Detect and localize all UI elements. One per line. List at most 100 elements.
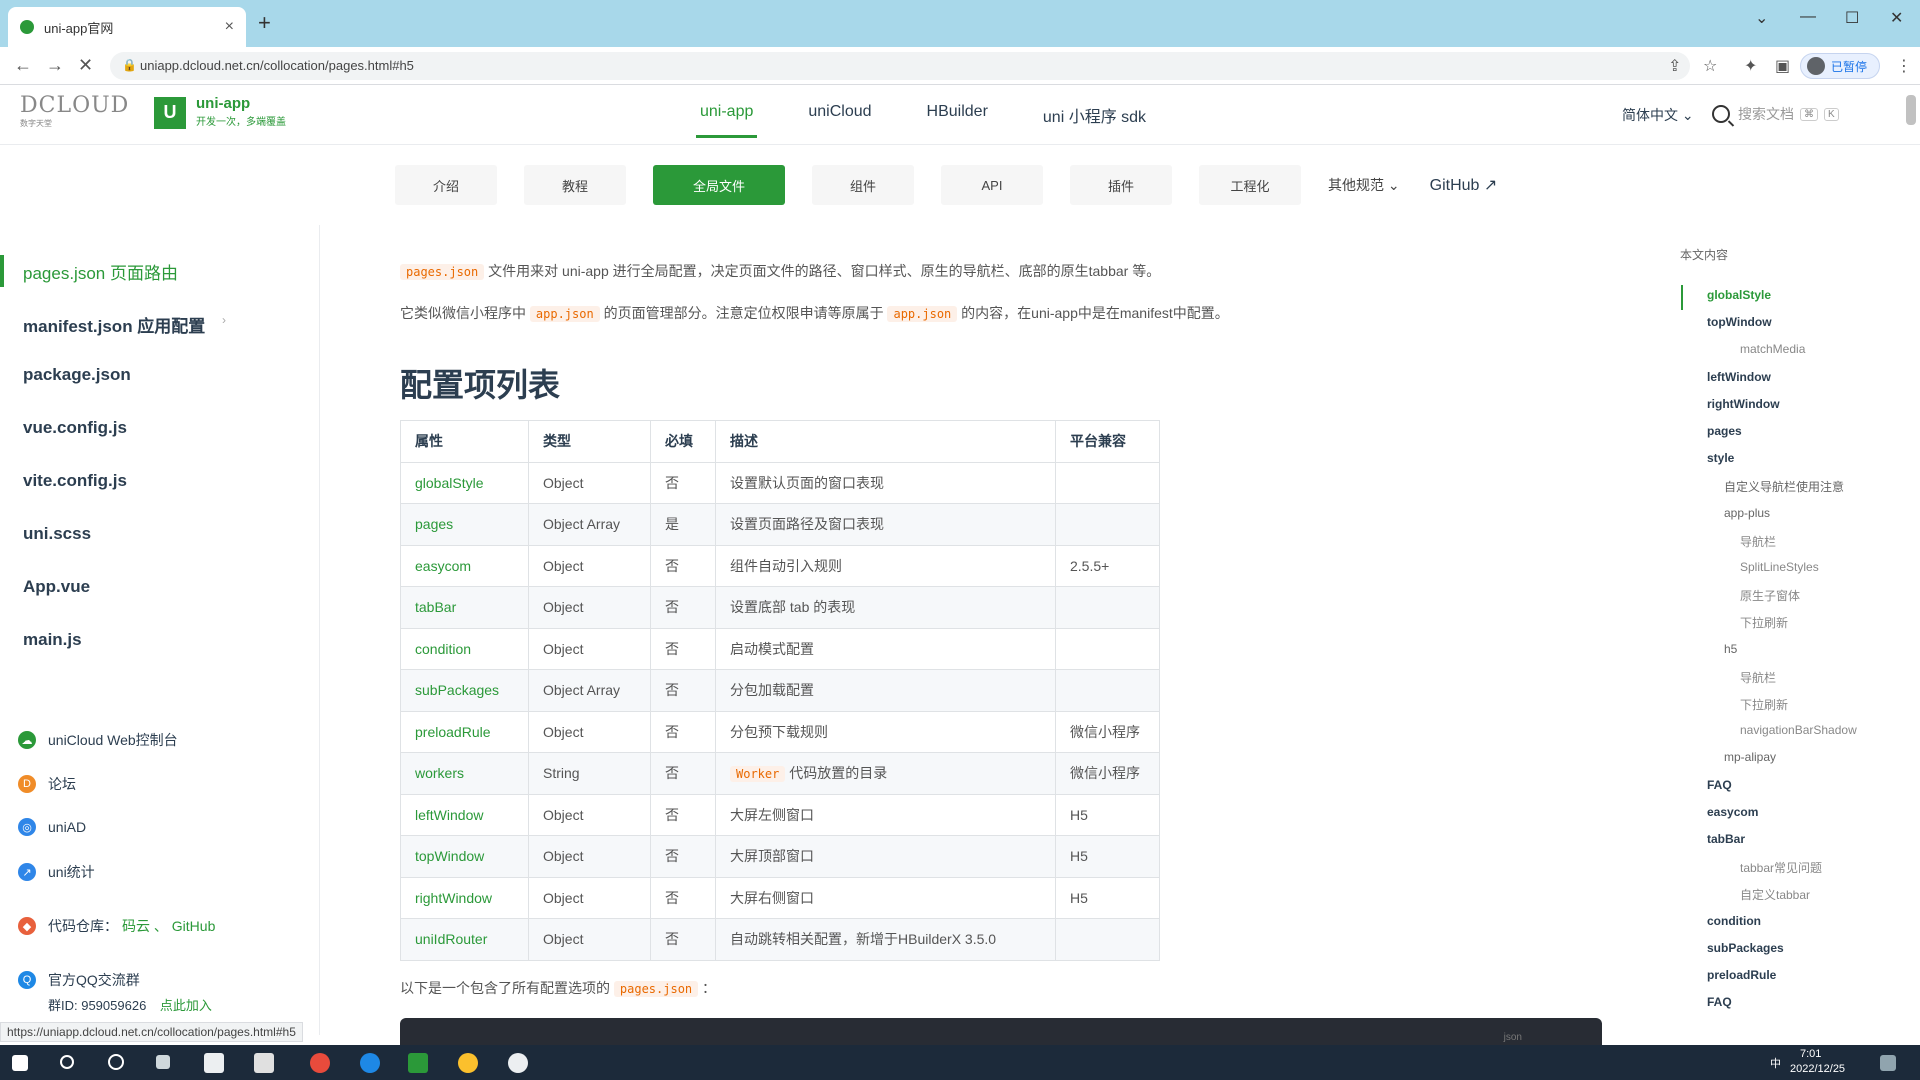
toc-item[interactable]: mp-alipay <box>1724 750 1776 764</box>
nav-uni-app[interactable]: uni-app <box>695 103 758 138</box>
bookmark-star-icon[interactable]: ☆ <box>1703 56 1717 76</box>
toc-item[interactable]: subPackages <box>1707 941 1784 955</box>
page-scrollbar[interactable] <box>1906 95 1916 125</box>
cell-property[interactable]: rightWindow <box>400 876 529 919</box>
cell-property[interactable]: topWindow <box>400 835 529 878</box>
subnav-engineering[interactable]: 工程化 <box>1199 165 1301 205</box>
edge-icon[interactable] <box>360 1053 380 1073</box>
cell-property[interactable]: uniIdRouter <box>400 918 529 961</box>
maximize-button[interactable]: ☐ <box>1845 8 1859 28</box>
sidebar-item-vite-config[interactable]: vite.config.js <box>23 471 127 491</box>
subnav-plugins[interactable]: 插件 <box>1070 165 1172 205</box>
toc-item[interactable]: 下拉刷新 <box>1740 614 1788 631</box>
toc-item[interactable]: topWindow <box>1707 315 1772 329</box>
toc-item[interactable]: globalStyle <box>1707 288 1771 302</box>
sidebar-link-forum[interactable]: D 论坛 <box>18 774 76 794</box>
sidebar-item-main-js[interactable]: main.js <box>23 630 82 650</box>
toc-item[interactable]: style <box>1707 451 1734 465</box>
menu-kebab-icon[interactable]: ⋮ <box>1896 56 1912 76</box>
tab-close-icon[interactable]: × <box>225 18 234 36</box>
share-icon[interactable]: ⇪ <box>1668 56 1681 76</box>
cell-property[interactable]: preloadRule <box>400 710 529 753</box>
toc-item[interactable]: h5 <box>1724 642 1737 656</box>
tab-search-icon[interactable]: ⌄ <box>1755 8 1768 28</box>
new-tab-button[interactable]: + <box>258 10 271 36</box>
minimize-button[interactable]: — <box>1800 8 1816 26</box>
stop-reload-button[interactable]: ✕ <box>78 55 93 76</box>
sidebar-item-app-vue[interactable]: App.vue <box>23 577 90 597</box>
toc-item[interactable]: navigationBarShadow <box>1740 723 1857 737</box>
nav-hbuilder[interactable]: HBuilder <box>927 103 988 127</box>
sidebar-link-stats[interactable]: ↗ uni统计 <box>18 862 95 882</box>
toc-item[interactable]: 自定义导航栏使用注意 <box>1724 478 1844 495</box>
cell-property[interactable]: leftWindow <box>400 793 529 836</box>
subnav-components[interactable]: 组件 <box>812 165 914 205</box>
toc-item[interactable]: app-plus <box>1724 506 1770 520</box>
dcloud-logo[interactable]: DCLOUD 数字天堂 <box>20 93 128 133</box>
subnav-global-files[interactable]: 全局文件 <box>653 165 785 205</box>
toc-item[interactable]: easycom <box>1707 805 1758 819</box>
taskbar-search-icon[interactable] <box>60 1055 74 1069</box>
toc-item[interactable]: preloadRule <box>1707 968 1776 982</box>
profile-button[interactable]: 已暂停 <box>1800 53 1880 79</box>
cell-property[interactable]: globalStyle <box>400 461 529 504</box>
chat-icon[interactable] <box>508 1053 528 1073</box>
sidepanel-icon[interactable]: ▣ <box>1775 56 1790 76</box>
cell-property[interactable]: condition <box>400 627 529 670</box>
qq-join-link[interactable]: 点此加入 <box>160 998 212 1013</box>
subnav-tutorial[interactable]: 教程 <box>524 165 626 205</box>
subnav-more[interactable]: 其他规范 ⌄ <box>1328 175 1400 195</box>
chrome-2-icon[interactable] <box>458 1053 478 1073</box>
nav-unicloud[interactable]: uniCloud <box>808 103 871 127</box>
toc-item[interactable]: rightWindow <box>1707 397 1780 411</box>
toc-item[interactable]: tabbar常见问题 <box>1740 859 1822 876</box>
toc-item[interactable]: FAQ <box>1707 778 1732 792</box>
task-view-icon[interactable] <box>156 1055 170 1069</box>
language-select[interactable]: 简体中文 ⌄ <box>1622 105 1694 125</box>
sidebar-item-uni-scss[interactable]: uni.scss <box>23 524 91 544</box>
toc-item[interactable]: SplitLineStyles <box>1740 560 1819 574</box>
notification-icon[interactable] <box>1880 1055 1896 1071</box>
toc-item[interactable]: 下拉刷新 <box>1740 696 1788 713</box>
toc-item[interactable]: matchMedia <box>1740 342 1805 356</box>
hbuilder-icon[interactable] <box>408 1053 428 1073</box>
browser-tab[interactable]: uni-app官网 × <box>8 7 246 47</box>
toc-item[interactable]: tabBar <box>1707 832 1745 846</box>
windows-start-icon[interactable] <box>12 1055 28 1071</box>
url-input[interactable]: 🔒 uniapp.dcloud.net.cn/collocation/pages… <box>110 52 1690 80</box>
toc-item[interactable]: condition <box>1707 914 1761 928</box>
cell-property[interactable]: subPackages <box>400 669 529 712</box>
cell-property[interactable]: tabBar <box>400 586 529 629</box>
subnav-api[interactable]: API <box>941 165 1043 205</box>
cell-property[interactable]: easycom <box>400 544 529 587</box>
chrome-icon[interactable] <box>310 1053 330 1073</box>
sidebar-link-qq[interactable]: Q 官方QQ交流群 <box>18 970 140 990</box>
uniapp-logo[interactable]: U uni-app 开发一次，多端覆盖 <box>154 95 286 130</box>
subnav-intro[interactable]: 介绍 <box>395 165 497 205</box>
app-icon[interactable] <box>204 1053 224 1073</box>
toc-item[interactable]: 自定义tabbar <box>1740 886 1810 903</box>
search-input[interactable]: 搜索文档 ⌘ K <box>1712 99 1872 129</box>
cell-property[interactable]: workers <box>400 752 529 795</box>
back-button[interactable]: ← <box>14 55 32 76</box>
sidebar-item-pages-json[interactable]: pages.json 页面路由 <box>23 259 178 284</box>
toc-item[interactable]: 导航栏 <box>1740 669 1776 686</box>
sidebar-item-vue-config[interactable]: vue.config.js <box>23 418 127 438</box>
explorer-icon[interactable] <box>254 1053 274 1073</box>
sidebar-link-uniad[interactable]: ◎ uniAD <box>18 818 86 836</box>
extensions-icon[interactable]: ✦ <box>1744 56 1757 76</box>
subnav-github[interactable]: GitHub ↗ <box>1430 175 1498 195</box>
sidebar-link-repo[interactable]: ◆ 代码仓库： 码云 、 GitHub <box>18 916 215 936</box>
toc-item[interactable]: leftWindow <box>1707 370 1771 384</box>
window-close-button[interactable]: ✕ <box>1890 8 1903 28</box>
sidebar-link-unicloud[interactable]: ☁ uniCloud Web控制台 <box>18 730 178 750</box>
nav-uni-sdk[interactable]: uni 小程序 sdk <box>1043 103 1146 127</box>
toc-item[interactable]: 原生子窗体 <box>1740 587 1800 604</box>
cortana-icon[interactable] <box>108 1054 124 1070</box>
sidebar-item-manifest-json[interactable]: manifest.json 应用配置 <box>23 312 205 337</box>
forward-button[interactable]: → <box>46 55 64 76</box>
sidebar-item-package-json[interactable]: package.json <box>23 365 131 385</box>
ime-indicator[interactable]: 中 <box>1770 1055 1781 1071</box>
toc-item[interactable]: 导航栏 <box>1740 533 1776 550</box>
cell-property[interactable]: pages <box>400 503 529 546</box>
